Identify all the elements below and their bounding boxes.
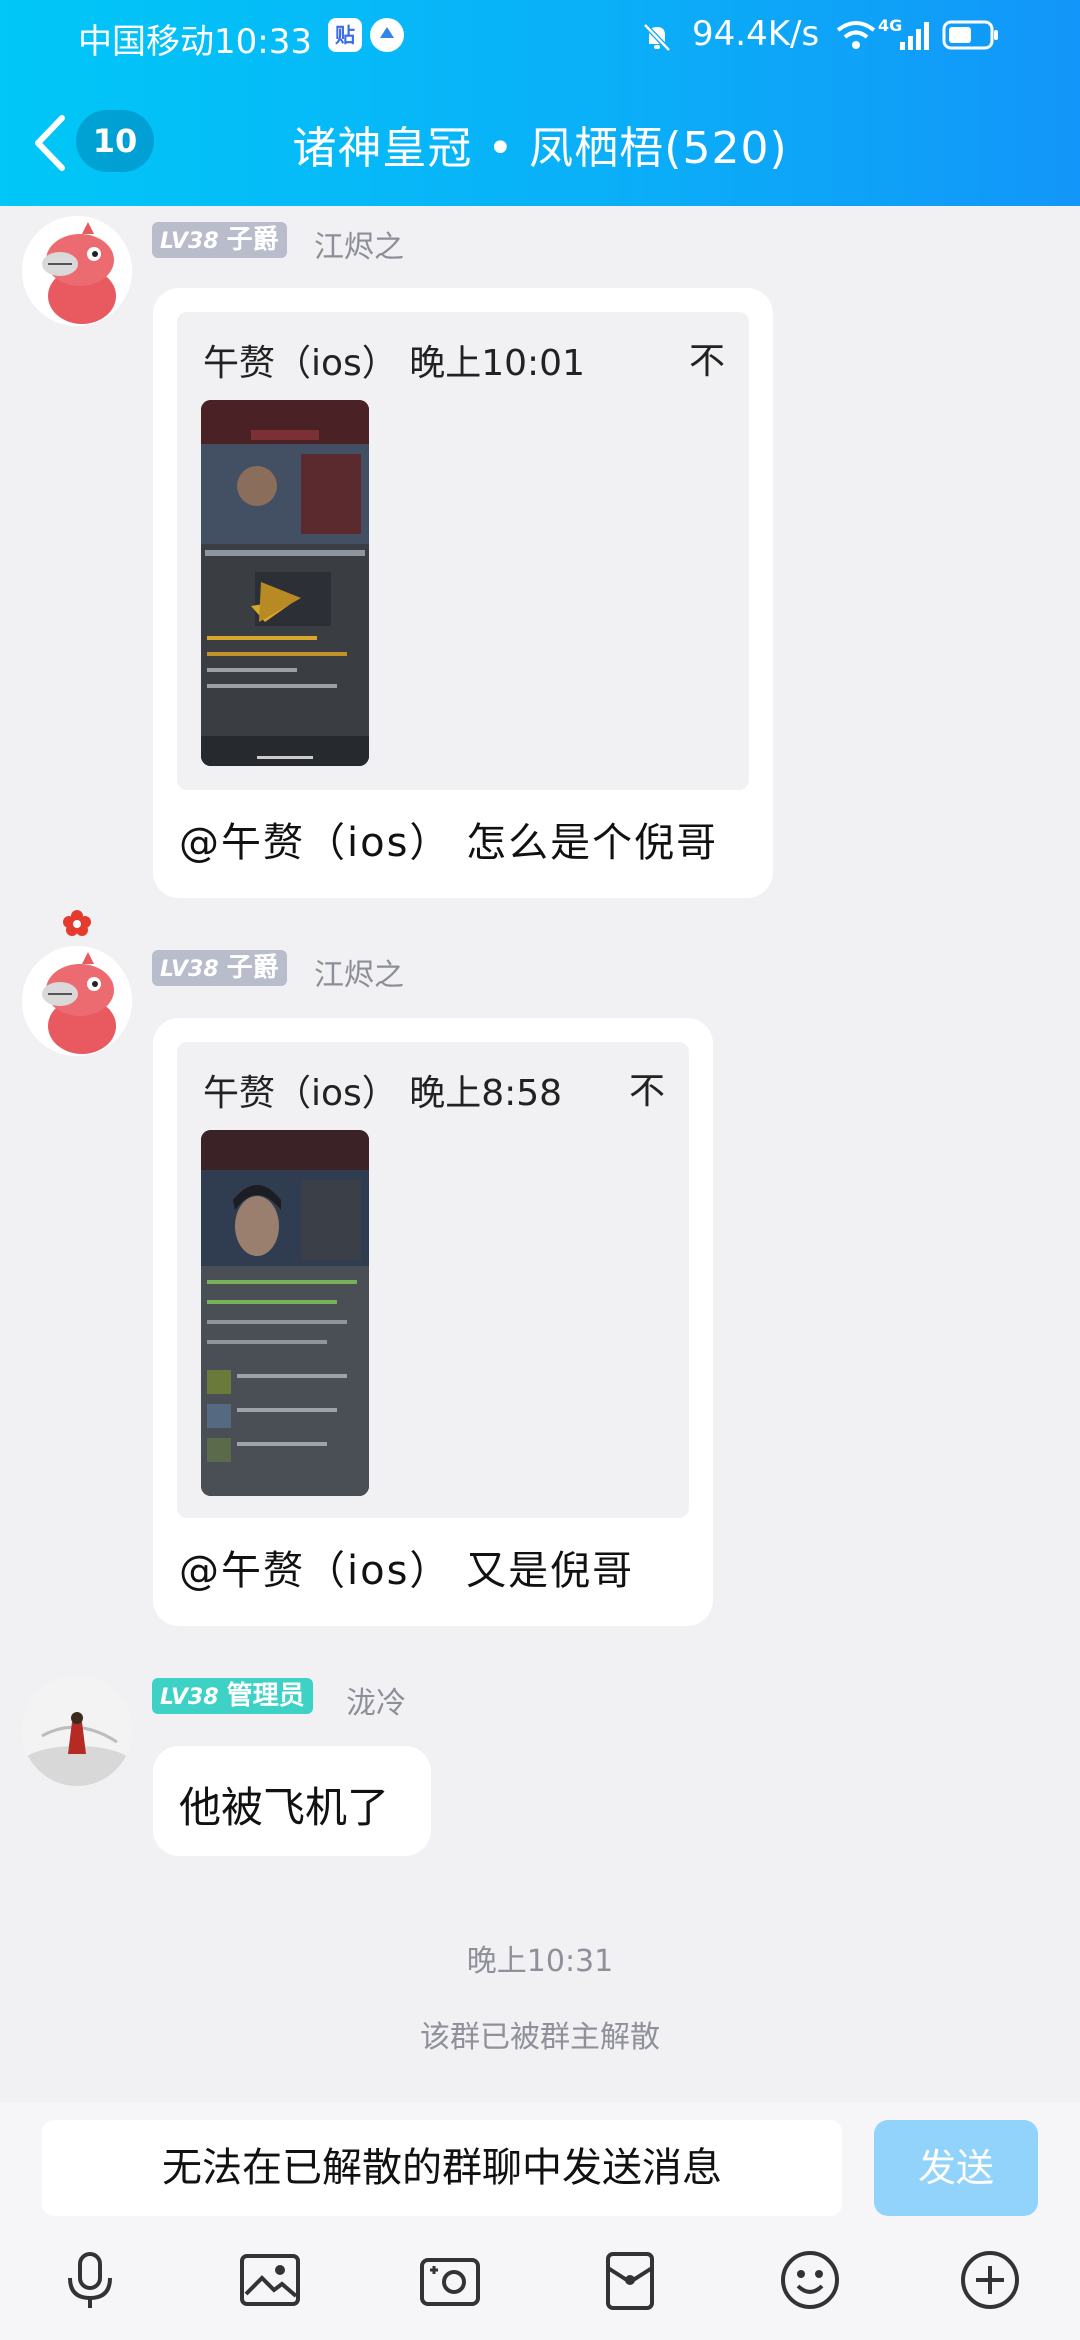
image-icon[interactable]: [238, 2248, 302, 2312]
send-button[interactable]: 发送: [874, 2120, 1038, 2216]
muted-bell-icon: [643, 23, 671, 52]
sender-avatar[interactable]: [22, 216, 132, 326]
status-bar: 中国移动10:33 贴 94.4K/s 4G: [0, 0, 1080, 72]
sender-avatar[interactable]: [22, 946, 132, 1056]
message-bubble[interactable]: 他被飞机了: [153, 1746, 431, 1856]
unread-count-badge[interactable]: 10: [76, 110, 154, 172]
back-arrow-icon[interactable]: [30, 112, 70, 174]
sender-name[interactable]: 泷冷: [346, 1678, 406, 1722]
group-title[interactable]: 诸神皇冠 • 凤栖梧(520): [240, 112, 840, 176]
network-speed: 94.4K/s: [692, 14, 820, 54]
sender-name[interactable]: 江烬之: [314, 222, 404, 266]
quoted-message[interactable]: 午赘（ios） 晚上10:01 不: [177, 312, 749, 790]
message-text: 他被飞机了: [179, 1783, 390, 1832]
camera-icon[interactable]: [418, 2248, 482, 2312]
signal-icon: [900, 22, 929, 50]
message-bubble[interactable]: 午赘（ios） 晚上8:58 不 @午赘（ios） 又是倪哥: [153, 1018, 713, 1626]
status-carrier-time: 中国移动10:33: [78, 22, 312, 62]
flower-decoration-icon: [63, 910, 91, 936]
message-bubble[interactable]: 午赘（ios） 晚上10:01 不 @午赘（ios） 怎么是个倪哥: [153, 288, 773, 898]
message-input[interactable]: 无法在已解散的群聊中发送消息: [42, 2120, 842, 2216]
tieba-notification-icon: 贴: [328, 18, 362, 52]
quoted-screenshot[interactable]: [201, 1130, 369, 1496]
app-notification-icon: [370, 18, 404, 52]
quoted-message[interactable]: 午赘（ios） 晚上8:58 不: [177, 1042, 689, 1518]
quoted-screenshot[interactable]: [201, 400, 369, 766]
wifi-icon: [836, 21, 876, 49]
message-text: @午赘（ios） 怎么是个倪哥: [179, 820, 719, 866]
microphone-icon[interactable]: [58, 2248, 122, 2312]
battery-icon: [942, 20, 998, 50]
chat-header: 中国移动10:33 贴 94.4K/s 4G 10 诸神皇冠 • 凤栖梧(520…: [0, 0, 1080, 206]
red-packet-icon[interactable]: [598, 2248, 662, 2312]
time-separator: 晚上10:31: [466, 1944, 614, 1979]
plus-icon[interactable]: [958, 2248, 1022, 2312]
quote-pin-icon: 不: [689, 341, 726, 382]
system-notice: 该群已被群主解散: [420, 2020, 660, 2055]
message-text: @午赘（ios） 又是倪哥: [179, 1548, 635, 1594]
sender-name[interactable]: 江烬之: [314, 950, 404, 994]
quote-author-time: 午赘（ios） 晚上10:01: [203, 343, 585, 384]
quote-pin-icon: 不: [629, 1071, 666, 1112]
sender-avatar[interactable]: [22, 1676, 132, 1786]
input-area: 无法在已解散的群聊中发送消息 发送: [0, 2102, 1080, 2340]
quote-author-time: 午赘（ios） 晚上8:58: [203, 1073, 563, 1114]
level-badge: LV38 子爵: [152, 222, 287, 258]
admin-level-badge: LV38 管理员: [152, 1678, 313, 1714]
level-badge: LV38 子爵: [152, 950, 287, 986]
emoji-icon[interactable]: [778, 2248, 842, 2312]
